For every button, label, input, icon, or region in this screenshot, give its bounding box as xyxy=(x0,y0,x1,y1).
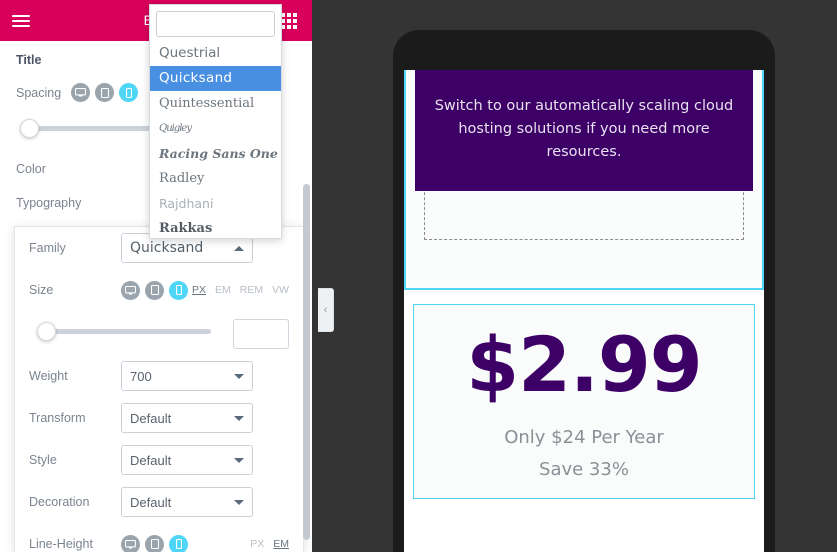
weight-select[interactable]: 700 xyxy=(121,361,253,391)
desktop-icon[interactable] xyxy=(121,534,140,552)
transform-label: Transform xyxy=(29,411,86,425)
desktop-icon[interactable] xyxy=(71,83,91,102)
unit-vw[interactable]: VW xyxy=(272,284,289,296)
chevron-left-icon: ‹ xyxy=(323,303,328,316)
unit-em[interactable]: EM xyxy=(215,284,231,296)
decoration-value: Default xyxy=(130,494,172,510)
chevron-down-icon xyxy=(234,499,244,505)
font-option-questrial[interactable]: Questrial xyxy=(150,41,281,66)
scrollbar-thumb[interactable] xyxy=(303,184,310,540)
desktop-icon[interactable] xyxy=(121,280,140,300)
unit-em[interactable]: EM xyxy=(273,538,289,550)
tablet-icon[interactable] xyxy=(145,280,164,300)
spacing-slider-knob[interactable] xyxy=(20,119,39,138)
tablet-icon[interactable] xyxy=(95,83,115,102)
font-option-radley[interactable]: Radley xyxy=(150,166,281,191)
font-option-racing-sans-one[interactable]: Racing Sans One xyxy=(150,141,281,166)
size-unit-group: PX EM REM VW xyxy=(192,284,289,296)
decoration-label: Decoration xyxy=(29,495,90,509)
unit-rem[interactable]: REM xyxy=(240,284,263,296)
unit-px[interactable]: PX xyxy=(192,284,206,296)
mobile-icon[interactable] xyxy=(119,83,139,102)
unit-px[interactable]: PX xyxy=(250,538,264,550)
hamburger-icon[interactable] xyxy=(0,0,41,41)
decoration-select[interactable]: Default xyxy=(121,487,253,517)
editor-panel: Edit | Title Spacing xyxy=(0,0,312,552)
font-option-quicksand[interactable]: Quicksand xyxy=(150,66,281,91)
line-height-row: Line-Height PX EM xyxy=(29,523,289,552)
weight-row: Weight 700 xyxy=(29,355,289,397)
size-slider-track[interactable] xyxy=(39,329,211,334)
line-height-unit-group: PX EM xyxy=(250,538,289,550)
panel-scrollbar[interactable] xyxy=(303,184,310,540)
font-option-quintessential[interactable]: Quintessential xyxy=(150,91,281,116)
mobile-icon[interactable] xyxy=(169,534,188,552)
transform-select[interactable]: Default xyxy=(121,403,253,433)
chevron-up-icon xyxy=(234,245,244,251)
size-slider-knob[interactable] xyxy=(37,322,56,341)
size-row: Size PX EM REM VW xyxy=(29,269,289,311)
size-value-input[interactable] xyxy=(233,319,289,349)
chevron-down-icon xyxy=(234,457,244,463)
family-label: Family xyxy=(29,241,66,255)
chevron-down-icon xyxy=(234,415,244,421)
app-root: Edit | Title Spacing xyxy=(0,0,837,552)
style-value: Default xyxy=(130,452,172,468)
style-label: Style xyxy=(29,453,57,467)
font-search-box[interactable] xyxy=(156,11,275,37)
style-select[interactable]: Default xyxy=(121,445,253,475)
font-option-quigley[interactable]: Quigley xyxy=(150,116,281,141)
font-option-rajdhani[interactable]: Rajdhani xyxy=(150,191,281,216)
family-value: Quicksand xyxy=(130,240,204,256)
phone-preview-screen: Switch to our automatically scaling clou… xyxy=(404,70,764,552)
promo-text-widget[interactable]: Switch to our automatically scaling clou… xyxy=(415,70,753,191)
mobile-icon[interactable] xyxy=(169,280,188,300)
line-height-device-group xyxy=(121,534,188,552)
panel-collapse-handle[interactable]: ‹ xyxy=(318,288,334,332)
size-slider[interactable] xyxy=(29,311,289,355)
transform-value: Default xyxy=(130,410,172,426)
pricing-section: $2.99 Only $24 Per Year Save 33% xyxy=(404,290,764,500)
font-option-rakkas[interactable]: Rakkas xyxy=(150,216,281,238)
weight-label: Weight xyxy=(29,369,68,383)
color-label: Color xyxy=(16,162,46,176)
typography-popover: Family Quicksand Size PX EM REM VW Weigh… xyxy=(14,226,304,552)
weight-value: 700 xyxy=(130,368,152,384)
spacing-device-group xyxy=(71,83,139,102)
price-line-1: Only $24 Per Year xyxy=(504,427,664,449)
font-family-dropdown: Questrial Quicksand Quintessential Quigl… xyxy=(149,4,282,239)
promo-section[interactable]: Switch to our automatically scaling clou… xyxy=(404,70,764,290)
phone-preview-frame: Switch to our automatically scaling clou… xyxy=(393,30,775,552)
pricing-card[interactable]: $2.99 Only $24 Per Year Save 33% xyxy=(413,304,755,500)
typography-label: Typography xyxy=(16,196,82,210)
transform-row: Transform Default xyxy=(29,397,289,439)
tablet-icon[interactable] xyxy=(145,534,164,552)
price-line-2: Save 33% xyxy=(539,459,629,481)
promo-text: Switch to our automatically scaling clou… xyxy=(434,98,734,160)
spacing-label: Spacing xyxy=(16,85,62,100)
size-device-group xyxy=(121,280,188,300)
size-label: Size xyxy=(29,283,54,297)
style-row: Style Default xyxy=(29,439,289,481)
price-amount: $2.99 xyxy=(466,320,702,409)
line-height-label: Line-Height xyxy=(29,537,93,551)
decoration-row: Decoration Default xyxy=(29,481,289,523)
font-search-input[interactable] xyxy=(157,12,274,36)
chevron-down-icon xyxy=(234,373,244,379)
